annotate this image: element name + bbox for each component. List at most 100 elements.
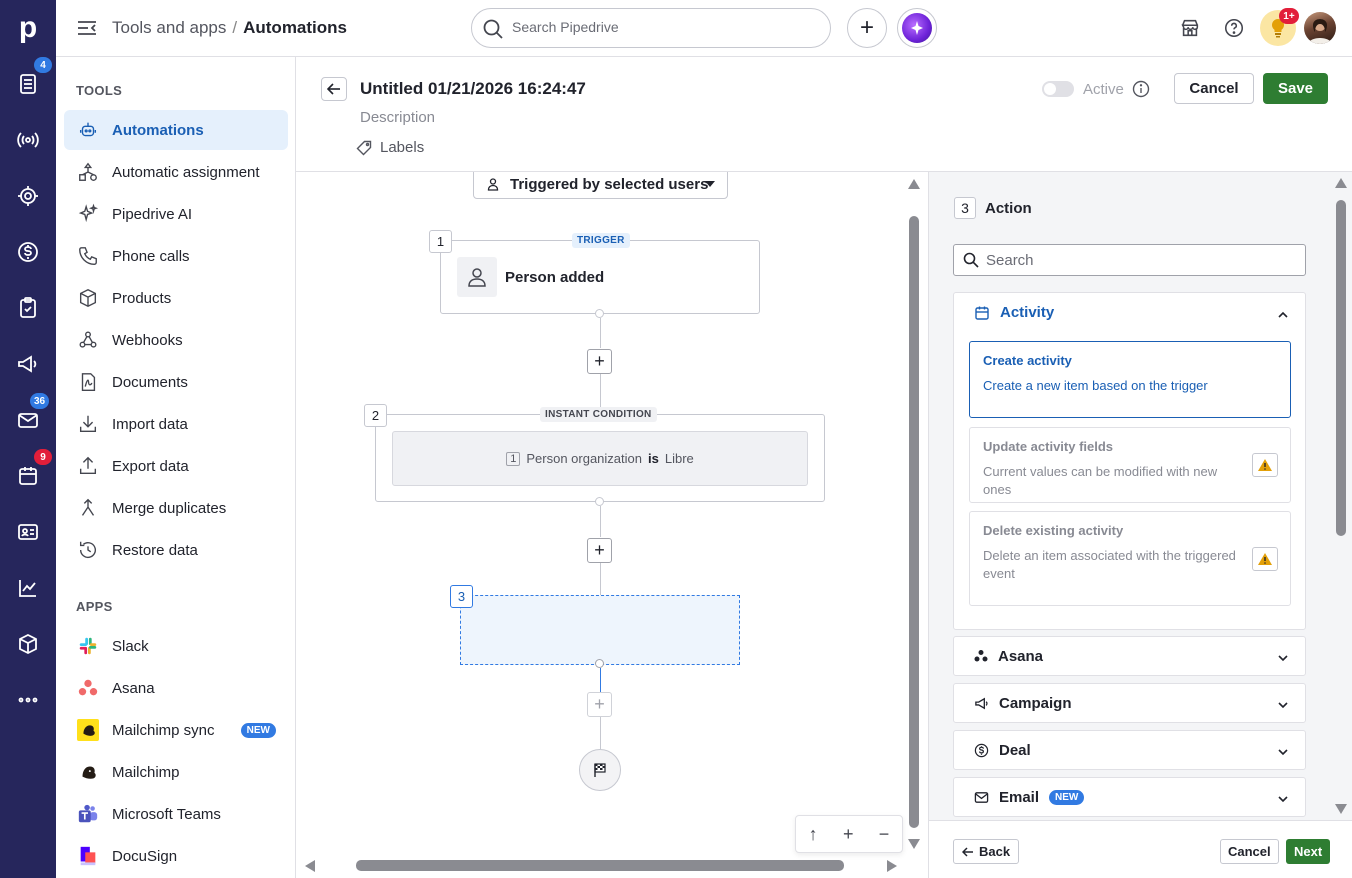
rail-deals[interactable] xyxy=(0,224,56,280)
option-create-activity[interactable]: Create activity Create a new item based … xyxy=(969,341,1291,418)
canvas-horizontal-scrollbar[interactable] xyxy=(356,860,844,871)
user-avatar[interactable] xyxy=(1304,12,1336,44)
help-icon[interactable] xyxy=(1220,14,1248,42)
panel-scroll-up-arrow[interactable] xyxy=(1335,178,1347,188)
sidebar-item-slack[interactable]: Slack xyxy=(64,626,288,666)
connector-dot xyxy=(595,659,604,668)
automation-description[interactable]: Description xyxy=(360,109,435,126)
sidebar-item-label: Asana xyxy=(112,679,155,697)
save-button[interactable]: Save xyxy=(1263,73,1328,104)
quick-add-button[interactable]: + xyxy=(847,8,887,48)
ai-assistant-button[interactable] xyxy=(897,8,937,48)
action-panel: 3 Action Activity Create activity Create… xyxy=(928,172,1352,878)
zoom-out-button[interactable]: − xyxy=(879,824,890,845)
zoom-fit-button[interactable]: ↑ xyxy=(809,824,818,845)
rail-calendar[interactable]: 9 xyxy=(0,448,56,504)
arrow-left-icon xyxy=(327,83,340,95)
sidebar-item-restore-data[interactable]: Restore data xyxy=(64,530,288,570)
category-email[interactable]: Email NEW xyxy=(953,777,1306,817)
sidebar-item-mailchimp[interactable]: Mailchimp xyxy=(64,752,288,792)
sidebar-item-automatic-assignment[interactable]: Automatic assignment xyxy=(64,152,288,192)
sidebar-item-products[interactable]: Products xyxy=(64,278,288,318)
global-search-input[interactable] xyxy=(512,19,812,35)
pipedrive-logo[interactable]: p xyxy=(0,0,56,56)
scroll-right-arrow[interactable] xyxy=(887,860,897,872)
rail-leads[interactable] xyxy=(0,168,56,224)
sidebar-item-asana[interactable]: Asana xyxy=(64,668,288,708)
rail-contacts[interactable] xyxy=(0,504,56,560)
person-icon xyxy=(457,257,497,297)
rail-insights[interactable] xyxy=(0,560,56,616)
rail-activities[interactable] xyxy=(0,280,56,336)
panel-back-button[interactable]: Back xyxy=(953,839,1020,864)
cancel-button[interactable]: Cancel xyxy=(1174,73,1254,104)
active-toggle[interactable] xyxy=(1042,81,1074,97)
rail-campaigns[interactable] xyxy=(0,112,56,168)
megaphone-icon xyxy=(975,697,988,709)
automation-title[interactable]: Untitled 01/21/2026 16:24:47 xyxy=(360,79,586,99)
add-step-button[interactable]: + xyxy=(587,349,612,374)
connector-line xyxy=(600,668,601,692)
more-icon xyxy=(18,697,38,703)
sidebar-item-webhooks[interactable]: Webhooks xyxy=(64,320,288,360)
zoom-in-button[interactable]: + xyxy=(843,824,854,845)
action-search-input[interactable] xyxy=(986,252,1286,269)
panel-cancel-button[interactable]: Cancel xyxy=(1220,839,1279,864)
sidebar-item-docusign[interactable]: DocuSign xyxy=(64,836,288,876)
action-search[interactable] xyxy=(953,244,1306,276)
rail-more[interactable] xyxy=(0,672,56,728)
apps-heading: APPS xyxy=(76,599,113,614)
chevron-up-icon[interactable] xyxy=(1277,308,1289,324)
breadcrumb: Tools and apps / Automations xyxy=(112,18,347,38)
back-button[interactable] xyxy=(321,77,347,101)
menu-collapse-icon[interactable] xyxy=(76,17,98,39)
sidebar-item-mailchimp-sync[interactable]: Mailchimp sync NEW xyxy=(64,710,288,750)
sidebar-item-microsoft-teams[interactable]: Microsoft Teams xyxy=(64,794,288,834)
panel-vertical-scrollbar[interactable] xyxy=(1336,200,1346,536)
add-step-button-disabled: + xyxy=(587,692,612,717)
sidebar-item-import-data[interactable]: Import data xyxy=(64,404,288,444)
sidebar-item-export-data[interactable]: Export data xyxy=(64,446,288,486)
sidebar-item-pipedrive-ai[interactable]: Pipedrive AI xyxy=(64,194,288,234)
rail-mail[interactable]: 36 xyxy=(0,392,56,448)
chevron-down-icon xyxy=(1277,745,1289,762)
condition-operator: is xyxy=(648,451,659,466)
rail-leads-inbox[interactable]: 4 xyxy=(0,56,56,112)
sidebar-item-merge-duplicates[interactable]: Merge duplicates xyxy=(64,488,288,528)
box-icon xyxy=(19,633,37,655)
calendar-icon xyxy=(19,467,37,485)
trigger-scope-select[interactable]: Triggered by selected users xyxy=(473,172,728,199)
option-update-activity-fields[interactable]: Update activity fields Current values ca… xyxy=(969,427,1291,503)
add-step-button[interactable]: + xyxy=(587,538,612,563)
category-label: Campaign xyxy=(999,694,1072,712)
trigger-node[interactable]: Person added xyxy=(440,240,760,314)
panel-scroll-down-arrow[interactable] xyxy=(1335,804,1347,814)
category-activity-label: Activity xyxy=(1000,304,1055,321)
labels-button[interactable]: Labels xyxy=(356,139,424,156)
canvas-vertical-scrollbar[interactable] xyxy=(909,216,919,828)
panel-next-button[interactable]: Next xyxy=(1286,839,1331,864)
rail-products[interactable] xyxy=(0,616,56,672)
end-flag-node xyxy=(579,749,621,791)
info-icon[interactable] xyxy=(1132,80,1150,101)
scroll-down-arrow[interactable] xyxy=(908,839,920,849)
action-placeholder-node[interactable] xyxy=(460,595,740,665)
category-campaign[interactable]: Campaign xyxy=(953,683,1306,723)
condition-summary[interactable]: 1 Person organization is Libre xyxy=(392,431,808,486)
sidebar-item-documents[interactable]: Documents xyxy=(64,362,288,402)
scroll-up-arrow[interactable] xyxy=(908,179,920,189)
global-search[interactable] xyxy=(471,8,831,48)
category-asana[interactable]: Asana xyxy=(953,636,1306,676)
option-delete-existing-activity[interactable]: Delete existing activity Delete an item … xyxy=(969,511,1291,606)
marketplace-icon[interactable] xyxy=(1176,14,1204,42)
category-label: Email xyxy=(999,788,1040,806)
category-deal[interactable]: Deal xyxy=(953,730,1306,770)
sidebar-item-automations[interactable]: Automations xyxy=(64,110,288,150)
rail-campaign[interactable] xyxy=(0,336,56,392)
workflow-canvas[interactable]: Triggered by selected users Person added… xyxy=(296,172,928,878)
category-activity-header[interactable]: Activity xyxy=(974,304,1054,321)
dollar-icon xyxy=(18,242,38,262)
sidebar-item-phone-calls[interactable]: Phone calls xyxy=(64,236,288,276)
scroll-left-arrow[interactable] xyxy=(305,860,315,872)
breadcrumb-parent[interactable]: Tools and apps xyxy=(112,18,226,37)
